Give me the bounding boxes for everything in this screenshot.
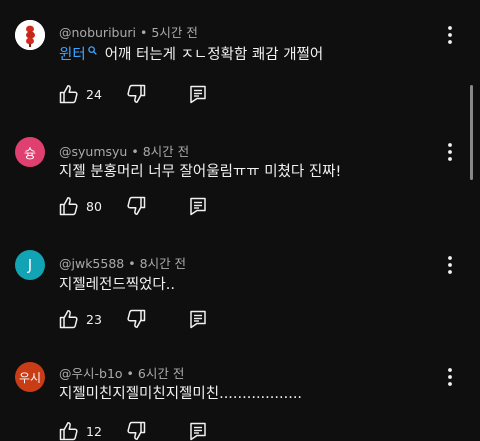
comment-body: 지젤 분홍머리 너무 잘어울림ㅠㅠ 미쳤다 진짜!	[59, 164, 342, 180]
comment-body: 지젤미친지젤미친지젤미친..................	[59, 386, 303, 402]
comment-actions: 24	[59, 83, 208, 105]
avatar[interactable]: J	[15, 250, 45, 280]
comment-text: 윈터 어깨 터는게 ㅈㄴ정확함 쾌감 개쩔어	[59, 43, 323, 64]
comment-text: 지젤레전드찍었다..	[59, 273, 175, 294]
dislike-button[interactable]	[126, 84, 146, 104]
avatar[interactable]	[15, 20, 45, 50]
profile-image-icon	[15, 20, 45, 50]
like-button[interactable]	[59, 196, 79, 216]
reply-button[interactable]	[188, 309, 208, 329]
comment-actions: 12	[59, 420, 208, 441]
timestamp[interactable]: 8시간 전	[143, 144, 189, 159]
comment-item: J @jwk5588 • 8시간 전 지젤레전드찍었다.. 23	[0, 240, 480, 360]
comment-actions: 23	[59, 308, 208, 330]
comment-item: 우시 @우시-b1o • 6시간 전 지젤미친지젤미친지젤미친...........…	[0, 355, 480, 441]
username[interactable]: @syumsyu	[59, 144, 127, 159]
comment-text: 지젤 분홍머리 너무 잘어울림ㅠㅠ 미쳤다 진짜!	[59, 160, 341, 181]
like-count: 12	[86, 423, 102, 439]
like-count: 24	[86, 86, 102, 102]
username[interactable]: @우시-b1o	[59, 366, 123, 381]
reply-button[interactable]	[188, 84, 208, 104]
like-button[interactable]	[59, 309, 79, 329]
dislike-button[interactable]	[126, 421, 146, 441]
reply-button[interactable]	[188, 421, 208, 441]
more-options-icon[interactable]	[442, 367, 458, 387]
mention-link[interactable]: 윈터	[59, 47, 86, 63]
avatar[interactable]: 슝	[15, 137, 45, 167]
comment-body: 어깨 터는게 ㅈㄴ정확함 쾌감 개쩔어	[104, 47, 324, 63]
comment-item: 슝 @syumsyu • 8시간 전 지젤 분홍머리 너무 잘어울림ㅠㅠ 미쳤다 진…	[0, 120, 480, 240]
comment-item: @noburiburi • 5시간 전 윈터 어깨 터는게 ㅈㄴ정확함 쾌감 개쩔어 …	[0, 0, 480, 120]
dislike-button[interactable]	[126, 196, 146, 216]
avatar[interactable]: 우시	[15, 362, 45, 392]
like-count: 23	[86, 311, 102, 327]
like-count: 80	[86, 198, 102, 214]
timestamp[interactable]: 8시간 전	[140, 256, 186, 271]
comment-meta: @syumsyu • 8시간 전	[59, 144, 190, 159]
timestamp[interactable]: 5시간 전	[151, 25, 197, 40]
more-options-icon[interactable]	[442, 142, 458, 162]
more-options-icon[interactable]	[442, 255, 458, 275]
more-options-icon[interactable]	[442, 25, 458, 45]
username[interactable]: @noburiburi	[59, 25, 136, 40]
username[interactable]: @jwk5588	[59, 256, 124, 271]
like-button[interactable]	[59, 421, 79, 441]
search-icon	[87, 46, 97, 55]
comment-text: 지젤미친지젤미친지젤미친..................	[59, 382, 302, 403]
timestamp[interactable]: 6시간 전	[138, 366, 184, 381]
comment-meta: @우시-b1o • 6시간 전	[59, 366, 185, 381]
scrollbar[interactable]	[470, 85, 473, 180]
like-button[interactable]	[59, 84, 79, 104]
reply-button[interactable]	[188, 196, 208, 216]
comment-actions: 80	[59, 195, 208, 217]
dislike-button[interactable]	[126, 309, 146, 329]
comment-meta: @noburiburi • 5시간 전	[59, 25, 198, 40]
comment-body: 지젤레전드찍었다..	[59, 277, 175, 293]
comment-meta: @jwk5588 • 8시간 전	[59, 256, 187, 271]
